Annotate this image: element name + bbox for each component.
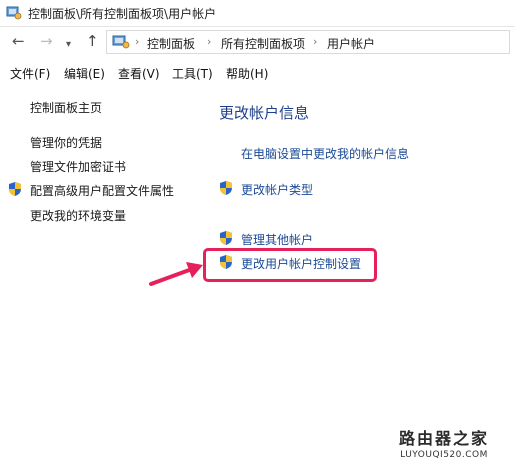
breadcrumb-user-accounts[interactable]: 用户帐户 bbox=[327, 35, 375, 52]
forward-arrow-icon[interactable]: → bbox=[40, 34, 53, 49]
highlight-box bbox=[203, 248, 377, 282]
link-manage-other-accounts[interactable]: 管理其他帐户 bbox=[241, 231, 313, 248]
uac-shield-icon bbox=[220, 181, 232, 195]
link-change-account-type[interactable]: 更改帐户类型 bbox=[241, 181, 313, 198]
menu-edit[interactable]: 编辑(E) bbox=[64, 65, 105, 82]
up-arrow-icon[interactable]: ↑ bbox=[86, 34, 99, 49]
breadcrumb-separator-icon: › bbox=[207, 35, 212, 48]
navigation-bar: ← → ▾ ↑ › 控制面板 › 所有控制面板项 › 用户帐户 bbox=[0, 27, 515, 57]
control-panel-icon bbox=[112, 35, 130, 49]
pointer-arrow-icon bbox=[149, 262, 203, 286]
sidebar-item-advanced-profile-properties[interactable]: 配置高级用户配置文件属性 bbox=[30, 182, 174, 199]
uac-shield-icon bbox=[9, 182, 21, 196]
menu-view[interactable]: 查看(V) bbox=[118, 65, 160, 82]
back-arrow-icon[interactable]: ← bbox=[12, 34, 25, 49]
address-bar[interactable]: › 控制面板 › 所有控制面板项 › 用户帐户 bbox=[106, 30, 510, 54]
watermark-url: LUYOUQI520.COM bbox=[400, 450, 488, 460]
breadcrumb-separator-icon: › bbox=[135, 35, 140, 48]
sidebar-item-manage-credentials[interactable]: 管理你的凭据 bbox=[30, 134, 102, 151]
breadcrumb-control-panel[interactable]: 控制面板 bbox=[147, 35, 195, 52]
window-title: 控制面板\所有控制面板项\用户帐户 bbox=[28, 7, 217, 21]
page-title: 更改帐户信息 bbox=[219, 104, 310, 122]
breadcrumb-all-items[interactable]: 所有控制面板项 bbox=[221, 35, 305, 52]
uac-shield-icon bbox=[220, 231, 232, 245]
breadcrumb-separator-icon: › bbox=[313, 35, 318, 48]
watermark: 路由器之家 LUYOUQI520.COM bbox=[383, 425, 505, 460]
title-bar: 控制面板\所有控制面板项\用户帐户 bbox=[0, 0, 515, 27]
menu-file[interactable]: 文件(F) bbox=[10, 65, 50, 82]
chevron-down-icon[interactable]: ▾ bbox=[66, 37, 71, 52]
link-change-account-in-pc-settings[interactable]: 在电脑设置中更改我的帐户信息 bbox=[241, 145, 409, 162]
watermark-name: 路由器之家 bbox=[398, 429, 489, 448]
menu-bar: 文件(F) 编辑(E) 查看(V) 工具(T) 帮助(H) bbox=[0, 60, 515, 84]
sidebar-item-encryption-certificates[interactable]: 管理文件加密证书 bbox=[30, 158, 126, 175]
menu-tools[interactable]: 工具(T) bbox=[172, 65, 213, 82]
sidebar-item-environment-variables[interactable]: 更改我的环境变量 bbox=[30, 207, 126, 224]
menu-help[interactable]: 帮助(H) bbox=[226, 65, 268, 82]
sidebar-item-control-panel-home[interactable]: 控制面板主页 bbox=[30, 99, 102, 116]
control-panel-icon bbox=[6, 6, 22, 20]
